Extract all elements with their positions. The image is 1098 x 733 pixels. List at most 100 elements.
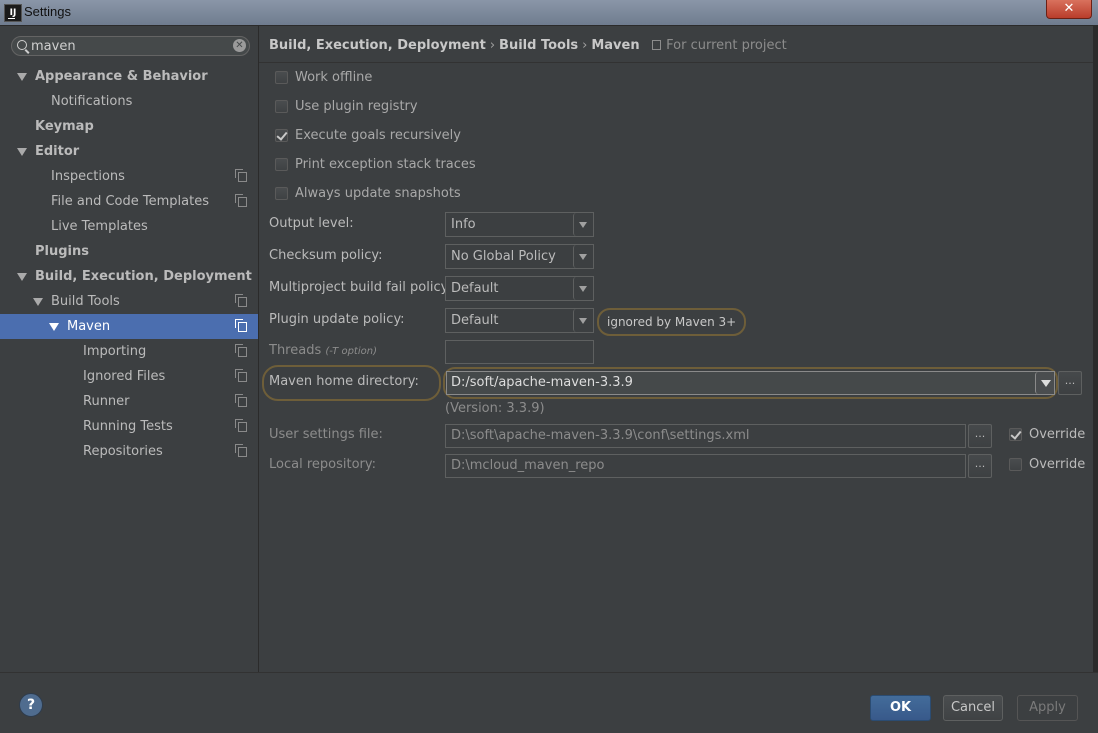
ignored-by-maven-note: ignored by Maven 3+ [597, 308, 747, 336]
sidebar-item-editor[interactable]: Editor [0, 139, 258, 164]
window-right-edge [1093, 26, 1098, 672]
work-offline-checkbox[interactable] [275, 71, 288, 84]
always-update-snapshots-checkbox[interactable] [275, 187, 288, 200]
clear-search-icon[interactable]: ✕ [233, 39, 246, 52]
sidebar-item-label: Notifications [51, 94, 133, 109]
plugin-update-policy-label: Plugin update policy: [269, 312, 405, 327]
threads-hint: (-T option) [325, 346, 377, 357]
user-settings-override-label: Override [1029, 427, 1086, 442]
expand-arrow-icon[interactable] [17, 148, 27, 156]
sidebar-item-notifications[interactable]: Notifications [0, 89, 258, 114]
window-title-bar: IJ Settings ✕ [0, 0, 1098, 26]
window-close-button[interactable]: ✕ [1046, 0, 1092, 19]
multiproject-policy-value: Default [451, 281, 499, 296]
breadcrumb-part-maven: Maven [591, 38, 640, 53]
chevron-down-icon[interactable] [573, 309, 593, 332]
chevron-down-icon[interactable] [573, 277, 593, 300]
sidebar-item-build-execution-deployment[interactable]: Build, Execution, Deployment [0, 264, 258, 289]
plugin-update-policy-value: Default [451, 313, 499, 328]
maven-home-dropdown[interactable]: D:/soft/apache-maven-3.3.9 [446, 371, 1055, 395]
expand-arrow-icon[interactable] [49, 323, 59, 331]
checksum-policy-dropdown[interactable]: No Global Policy [445, 244, 594, 269]
local-repository-label: Local repository: [269, 457, 376, 472]
always-update-snapshots-label: Always update snapshots [295, 186, 461, 201]
output-level-dropdown[interactable]: Info [445, 212, 594, 237]
project-scope-icon [235, 444, 247, 457]
chevron-down-icon[interactable] [573, 245, 593, 268]
project-scope-icon [235, 169, 247, 182]
user-settings-override-checkbox[interactable] [1009, 428, 1022, 441]
execute-goals-recursively-label: Execute goals recursively [295, 128, 461, 143]
user-settings-override[interactable]: Override [1009, 425, 1085, 445]
local-repository-input[interactable]: D:\mcloud_maven_repo [445, 454, 966, 478]
sidebar-item-build-tools[interactable]: Build Tools [0, 289, 258, 314]
breadcrumb-part-build-tools: Build Tools [499, 38, 579, 53]
project-scope-icon [235, 344, 247, 357]
execute-goals-recursively-option[interactable]: Execute goals recursively [275, 126, 461, 146]
project-scope-icon [235, 194, 247, 207]
plugin-update-policy-dropdown[interactable]: Default [445, 308, 594, 333]
threads-label: Threads (-T option) [269, 343, 377, 358]
expand-arrow-icon[interactable] [33, 298, 43, 306]
always-update-snapshots-option[interactable]: Always update snapshots [275, 184, 461, 204]
print-exception-stack-traces-option[interactable]: Print exception stack traces [275, 155, 476, 175]
sidebar-item-file-and-code-templates[interactable]: File and Code Templates [0, 189, 258, 214]
sidebar-item-label: Running Tests [83, 419, 173, 434]
user-settings-browse-button[interactable]: ... [968, 424, 992, 448]
sidebar-item-plugins[interactable]: Plugins [0, 239, 258, 264]
sidebar-item-keymap[interactable]: Keymap [0, 114, 258, 139]
maven-settings-panel: Build, Execution, Deployment › Build Tools… [259, 26, 1093, 672]
sidebar-item-repositories[interactable]: Repositories [0, 439, 258, 464]
sidebar-item-label: Maven [67, 319, 111, 334]
checksum-policy-value: No Global Policy [451, 249, 556, 264]
sidebar-item-running-tests[interactable]: Running Tests [0, 414, 258, 439]
print-exception-stack-traces-checkbox[interactable] [275, 158, 288, 171]
sidebar-item-label: Plugins [35, 244, 89, 259]
ok-button[interactable]: OK [870, 695, 931, 721]
sidebar-item-live-templates[interactable]: Live Templates [0, 214, 258, 239]
project-scope-icon [235, 394, 247, 407]
chevron-down-icon[interactable] [573, 213, 593, 236]
sidebar-item-inspections[interactable]: Inspections [0, 164, 258, 189]
print-exception-stack-traces-label: Print exception stack traces [295, 157, 476, 172]
window-title: Settings [24, 4, 71, 19]
help-icon[interactable]: ? [19, 693, 43, 717]
execute-goals-recursively-checkbox[interactable] [275, 129, 288, 142]
sidebar-item-importing[interactable]: Importing [0, 339, 258, 364]
use-plugin-registry-label: Use plugin registry [295, 99, 418, 114]
sidebar-item-maven[interactable]: Maven [0, 314, 258, 339]
use-plugin-registry-checkbox[interactable] [275, 100, 288, 113]
sidebar-item-label: Build Tools [51, 294, 120, 309]
breadcrumb-separator: › [489, 38, 496, 53]
local-repository-browse-button[interactable]: ... [968, 454, 992, 478]
local-repository-override-label: Override [1029, 457, 1086, 472]
project-scope-note: For current project [652, 38, 787, 53]
sidebar-item-label: Runner [83, 394, 130, 409]
sidebar-item-runner[interactable]: Runner [0, 389, 258, 414]
local-repository-override[interactable]: Override [1009, 455, 1085, 475]
apply-button[interactable]: Apply [1017, 695, 1078, 721]
chevron-down-icon[interactable] [1035, 372, 1054, 394]
maven-home-browse-button[interactable]: ... [1058, 371, 1082, 395]
threads-input[interactable] [445, 340, 594, 364]
search-input[interactable] [31, 38, 221, 54]
sidebar-item-ignored-files[interactable]: Ignored Files [0, 364, 258, 389]
expand-arrow-icon[interactable] [17, 73, 27, 81]
settings-sidebar: ✕ Appearance & Behavior Notifications Keym… [0, 26, 259, 672]
sidebar-item-appearance-behavior[interactable]: Appearance & Behavior [0, 64, 258, 89]
user-settings-input[interactable]: D:\soft\apache-maven-3.3.9\conf\settings… [445, 424, 966, 448]
sidebar-item-label: Editor [35, 144, 80, 159]
cancel-button[interactable]: Cancel [943, 695, 1003, 721]
user-settings-label: User settings file: [269, 427, 383, 442]
search-icon [17, 40, 27, 50]
multiproject-policy-dropdown[interactable]: Default [445, 276, 594, 301]
project-scope-label: For current project [666, 38, 787, 53]
sidebar-item-label: Inspections [51, 169, 125, 184]
expand-arrow-icon[interactable] [17, 273, 27, 281]
use-plugin-registry-option[interactable]: Use plugin registry [275, 97, 418, 117]
settings-search-box[interactable]: ✕ [11, 36, 250, 56]
work-offline-option[interactable]: Work offline [275, 68, 372, 88]
intellij-app-icon: IJ [4, 4, 22, 22]
project-scope-icon [235, 369, 247, 382]
local-repository-override-checkbox[interactable] [1009, 458, 1022, 471]
